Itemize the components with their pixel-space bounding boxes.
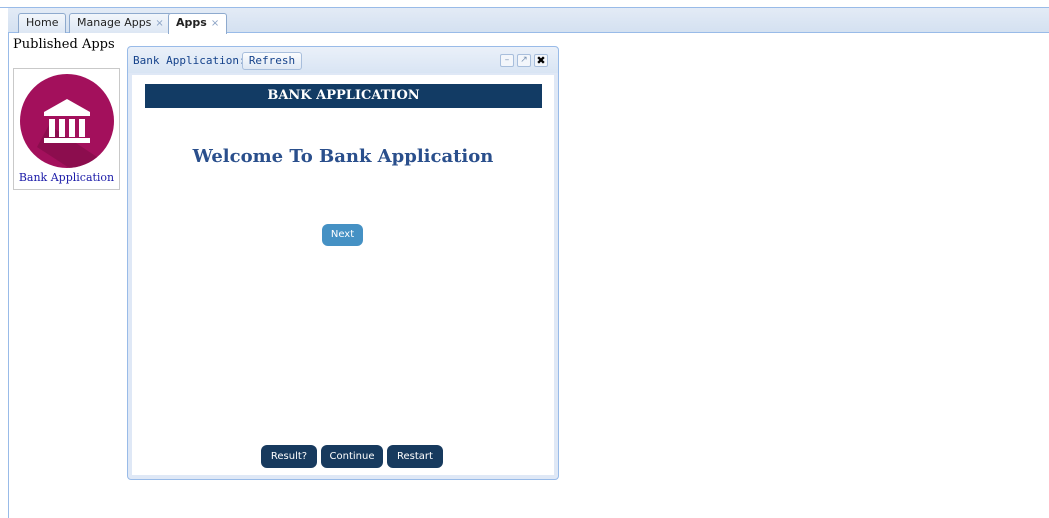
window-header[interactable]: Bank Application:1 Refresh – ↗ ✖ — [128, 47, 558, 73]
app-tile-label: Bank Application — [18, 171, 115, 184]
tab-home[interactable]: Home — [18, 13, 67, 33]
restart-button[interactable]: Restart — [387, 445, 443, 468]
tab-manage-apps[interactable]: Manage Apps × — [69, 13, 172, 33]
tab-apps-label: Apps — [176, 16, 207, 29]
tab-manage-apps-label: Manage Apps — [77, 16, 152, 29]
refresh-button[interactable]: Refresh — [242, 52, 302, 70]
welcome-heading: Welcome To Bank Application — [192, 146, 494, 167]
left-border — [8, 33, 9, 518]
app-tile-bank-application[interactable]: Bank Application — [13, 68, 120, 190]
minimize-icon[interactable]: – — [500, 54, 514, 67]
window-title: Bank Application:1 — [133, 54, 253, 67]
tab-close-icon[interactable]: × — [155, 18, 163, 29]
tab-close-icon[interactable]: × — [211, 18, 219, 29]
bank-icon — [20, 74, 114, 168]
continue-button[interactable]: Continue — [321, 445, 383, 468]
published-apps-title: Published Apps — [13, 37, 115, 52]
window-body: BANK APPLICATION Welcome To Bank Applica… — [132, 75, 554, 475]
app-window: Bank Application:1 Refresh – ↗ ✖ BANK AP… — [127, 46, 559, 480]
tab-apps[interactable]: Apps × — [168, 13, 228, 34]
tab-bar: Home Manage Apps × Apps × — [8, 8, 1049, 34]
popout-icon[interactable]: ↗ — [517, 54, 531, 67]
result-button[interactable]: Result? — [261, 445, 317, 468]
next-button[interactable]: Next — [322, 224, 363, 246]
tab-home-label: Home — [26, 16, 59, 29]
close-icon[interactable]: ✖ — [534, 54, 548, 67]
app-banner: BANK APPLICATION — [145, 84, 542, 108]
